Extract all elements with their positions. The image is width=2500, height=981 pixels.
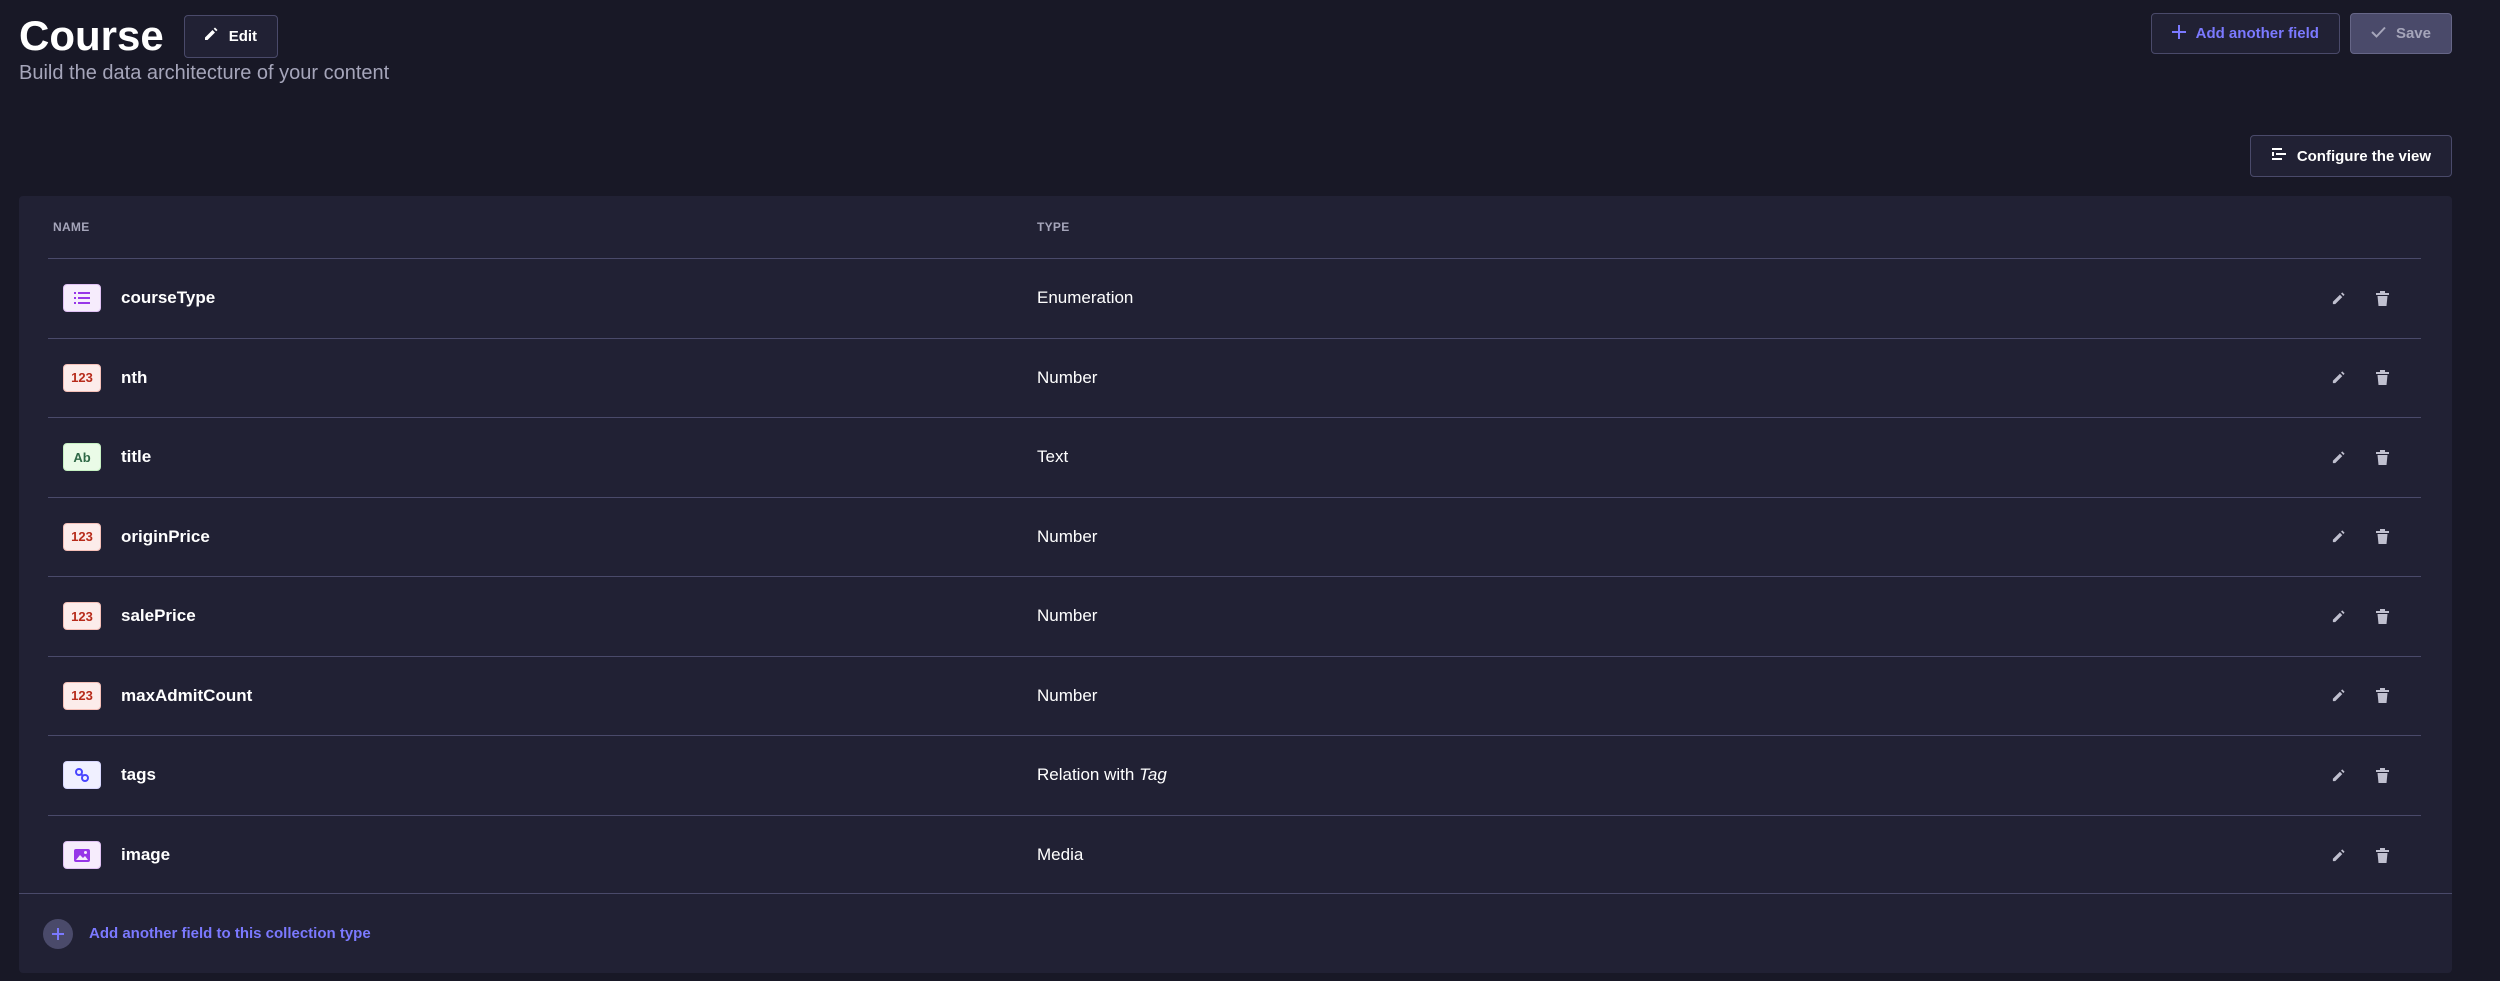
configure-view-label: Configure the view xyxy=(2296,147,2431,165)
row-actions xyxy=(2321,687,2421,705)
field-type: Number xyxy=(1037,606,1098,626)
page-subtitle: Build the data architecture of your cont… xyxy=(19,62,390,84)
relation-type-label: Relation with xyxy=(1037,765,1135,785)
trash-icon[interactable] xyxy=(2373,528,2391,546)
top-actions: Add another field Save xyxy=(2150,13,2452,54)
row-actions xyxy=(2321,846,2421,864)
number-icon: 123 xyxy=(63,522,101,551)
plus-icon xyxy=(43,918,73,949)
content-type-builder-page: Course Edit Build the data architecture … xyxy=(0,0,2500,981)
list-icon xyxy=(63,284,101,313)
field-name: salePrice xyxy=(121,606,196,626)
row-actions xyxy=(2321,766,2421,784)
field-name-cell: tags xyxy=(48,761,1037,790)
field-name-cell: 123 salePrice xyxy=(48,602,1037,631)
field-type: Number xyxy=(1037,685,1098,705)
add-field-to-collection-button[interactable]: Add another field to this collection typ… xyxy=(19,893,2452,973)
pencil-icon[interactable] xyxy=(2329,687,2347,705)
trash-icon[interactable] xyxy=(2373,607,2391,625)
field-type: Number xyxy=(1037,526,1098,546)
table-row: 123 nth Number xyxy=(48,339,2421,418)
column-header-type: TYPE xyxy=(1037,220,1070,234)
row-actions xyxy=(2321,528,2421,546)
pencil-icon[interactable] xyxy=(2329,369,2347,387)
table-row: Ab title Text xyxy=(48,418,2421,498)
fields-table-card: NAME TYPE courseType Enumeration 123 nth… xyxy=(19,196,2452,973)
configure-view-button[interactable]: Configure the view xyxy=(2249,135,2452,177)
row-actions xyxy=(2321,289,2421,307)
edit-button[interactable]: Edit xyxy=(183,14,279,58)
relation-target: Tag xyxy=(1139,765,1167,785)
field-name: title xyxy=(121,447,152,467)
field-name-cell: Ab title xyxy=(48,443,1037,472)
number-icon: 123 xyxy=(63,363,101,392)
field-type: Relation with Tag xyxy=(1037,765,2321,785)
trash-icon[interactable] xyxy=(2373,766,2391,784)
add-another-field-label: Add another field xyxy=(2195,25,2319,42)
add-another-field-button[interactable]: Add another field xyxy=(2150,13,2340,54)
table-row: courseType Enumeration xyxy=(48,259,2421,339)
trash-icon[interactable] xyxy=(2373,846,2391,864)
pencil-icon[interactable] xyxy=(2329,607,2347,625)
text-icon: Ab xyxy=(63,443,101,472)
page-title: Course xyxy=(19,12,164,59)
field-type: Number xyxy=(1037,367,1098,387)
add-field-to-collection-label: Add another field to this collection typ… xyxy=(89,925,371,942)
pencil-icon[interactable] xyxy=(2329,289,2347,307)
table-row: tags Relation with Tag xyxy=(48,736,2421,816)
field-name: maxAdmitCount xyxy=(121,685,253,705)
trash-icon[interactable] xyxy=(2373,448,2391,466)
field-name: nth xyxy=(121,367,148,387)
field-name-cell: 123 nth xyxy=(48,363,1037,392)
column-header-name: NAME xyxy=(53,220,90,234)
list-settings-icon xyxy=(2271,146,2287,166)
field-type: Text xyxy=(1037,447,1069,467)
field-name-cell: courseType xyxy=(48,284,1037,313)
table-header: NAME TYPE xyxy=(48,196,2421,259)
table-row: 123 salePrice Number xyxy=(48,577,2421,657)
pencil-icon[interactable] xyxy=(2329,528,2347,546)
trash-icon[interactable] xyxy=(2373,369,2391,387)
field-type: Media xyxy=(1037,845,1084,865)
field-type: Enumeration xyxy=(1037,288,1134,308)
table-row: 123 originPrice Number xyxy=(48,498,2421,577)
number-icon: 123 xyxy=(63,602,101,631)
field-name: tags xyxy=(121,765,156,785)
check-icon xyxy=(2371,25,2386,42)
pencil-icon[interactable] xyxy=(2329,448,2347,466)
row-actions xyxy=(2321,448,2421,466)
trash-icon[interactable] xyxy=(2373,289,2391,307)
field-name: courseType xyxy=(121,288,216,308)
save-button[interactable]: Save xyxy=(2349,13,2452,54)
table-row: 123 maxAdmitCount Number xyxy=(48,657,2421,736)
trash-icon[interactable] xyxy=(2373,687,2391,705)
table-row: image Media xyxy=(48,816,2421,896)
link-icon xyxy=(63,761,101,790)
pencil-icon[interactable] xyxy=(2329,766,2347,784)
field-name: originPrice xyxy=(121,526,210,546)
edit-button-label: Edit xyxy=(228,27,258,45)
plus-icon xyxy=(2171,24,2186,43)
number-icon: 123 xyxy=(63,681,101,710)
pencil-icon[interactable] xyxy=(2329,846,2347,864)
field-name: image xyxy=(121,845,171,865)
row-actions xyxy=(2321,369,2421,387)
fields-table: NAME TYPE courseType Enumeration 123 nth… xyxy=(48,196,2421,895)
title-row: Course Edit xyxy=(19,12,279,60)
field-name-cell: 123 originPrice xyxy=(48,522,1037,551)
field-name-cell: 123 maxAdmitCount xyxy=(48,681,1037,710)
image-icon xyxy=(63,841,101,870)
field-name-cell: image xyxy=(48,841,1037,870)
save-button-label: Save xyxy=(2395,25,2431,42)
pencil-icon xyxy=(203,26,219,46)
row-actions xyxy=(2321,607,2421,625)
